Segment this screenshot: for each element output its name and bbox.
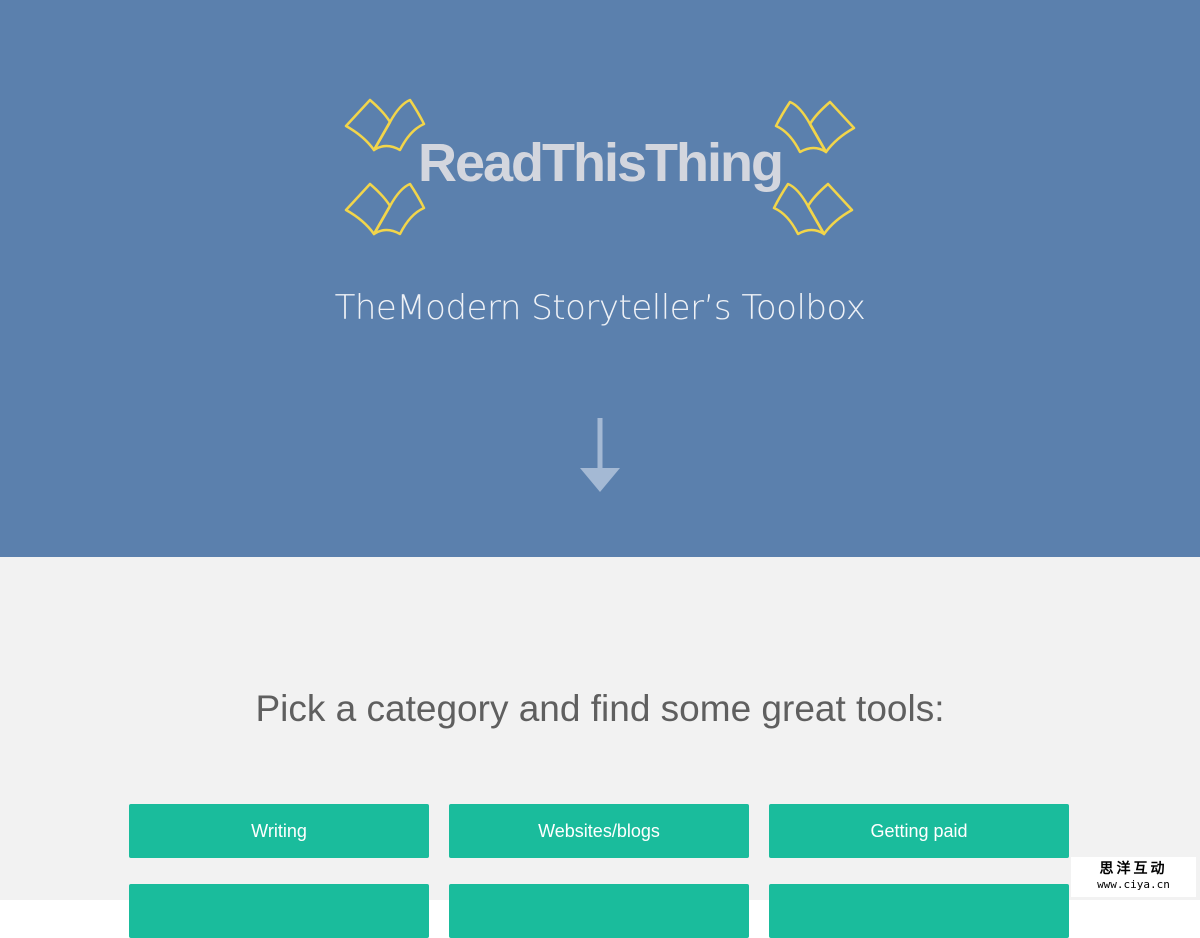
site-logo[interactable]: ReadThisThing [0, 128, 1200, 198]
watermark-url: www.ciya.cn [1097, 878, 1170, 891]
category-button-writing[interactable]: Writing [129, 804, 429, 858]
category-heading: Pick a category and find some great tool… [255, 688, 945, 729]
category-button-5[interactable] [449, 884, 749, 938]
category-button-websites-blogs[interactable]: Websites/blogs [449, 804, 749, 858]
watermark-chinese: 思洋互动 [1099, 861, 1168, 877]
category-button-4[interactable] [129, 884, 429, 938]
site-tagline: TheModern Storyteller’s Toolbox [334, 288, 866, 328]
category-section: Pick a category and find some great tool… [0, 557, 1200, 938]
arrow-down-icon[interactable] [578, 418, 622, 494]
category-button-getting-paid[interactable]: Getting paid [769, 804, 1069, 858]
category-button-6[interactable] [769, 884, 1069, 938]
watermark: 思洋互动 www.ciya.cn [1071, 857, 1196, 897]
hero-section: ReadThisThing TheModern Storyteller’s To… [0, 0, 1200, 557]
